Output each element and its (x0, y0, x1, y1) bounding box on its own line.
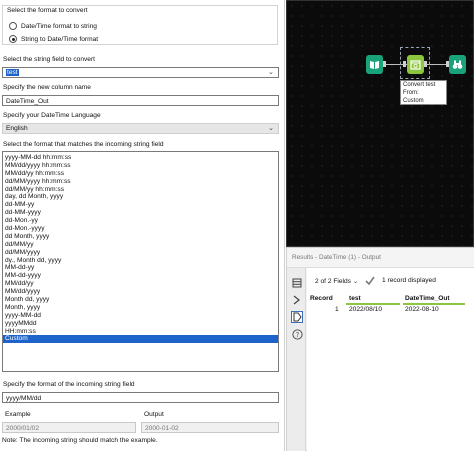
language-label: Specify your DateTime Language (3, 112, 101, 119)
configuration-panel: Select the format to convert Date/Time f… (0, 0, 285, 451)
format-list-item[interactable]: dd-Mon.-yy (3, 217, 278, 225)
record-count: 1 record displayed (382, 277, 436, 284)
cell-test: 2022/08/10 (349, 306, 383, 313)
string-field-value: test (6, 69, 19, 76)
metadata-icon[interactable] (291, 294, 303, 306)
new-column-label: Specify the new column name (3, 84, 91, 91)
canvas-grid (287, 1, 473, 246)
input-anchor[interactable] (403, 61, 406, 67)
custom-format-label: Specify the format of the incoming strin… (3, 381, 135, 388)
chevron-down-icon: ⌄ (352, 278, 359, 285)
radio-datetime-to-string[interactable]: Date/Time format to string (9, 22, 97, 30)
example-label: Example (5, 411, 31, 418)
format-list-item[interactable]: MM/dd/yy hh:mm:ss (3, 170, 278, 178)
format-list-item[interactable]: Month dd, yyyy (3, 296, 278, 304)
format-list-item[interactable]: yyyy-MM-dd hh:mm:ss (3, 154, 278, 162)
format-list-item[interactable]: MM/dd/yyyy (3, 288, 278, 296)
cell-datetime-out: 2022-08-10 (405, 306, 439, 313)
annotation-line: Custom (403, 98, 424, 104)
tool-annotation: Convert test From: Custom (400, 80, 447, 105)
format-list-label: Select the format that matches the incom… (3, 141, 164, 148)
fields-selector[interactable]: 2 of 2 Fields ⌄ (315, 277, 358, 285)
annotation-line: From: (403, 90, 419, 96)
format-list-item[interactable]: Custom (3, 335, 278, 344)
input-data-tool[interactable] (366, 55, 383, 74)
radio-label: String to Date/Time format (21, 35, 99, 43)
format-list-item[interactable]: dd Month, yyyy (3, 233, 278, 241)
results-grid-area: 2 of 2 Fields ⌄ 1 record displayed Recor… (307, 268, 474, 451)
format-list-item[interactable]: MM/dd/yy (3, 280, 278, 288)
radio-button[interactable] (9, 22, 17, 30)
book-icon (370, 61, 379, 69)
language-value: English (6, 125, 28, 132)
format-list-item[interactable]: dd-MM-yyyy (3, 209, 278, 217)
results-sidebar: ? (287, 268, 306, 451)
string-field-label: Select the string field to convert (3, 56, 95, 63)
column-header-test[interactable]: test (349, 295, 361, 302)
column-header-datetime-out[interactable]: DateTime_Out (405, 295, 450, 302)
column-header-record[interactable]: Record (310, 295, 333, 302)
browse-tool[interactable] (449, 55, 466, 74)
table-view-icon[interactable] (291, 277, 303, 289)
output-value: 2000-01-02 (141, 422, 279, 433)
datetime-tool[interactable] (407, 55, 424, 74)
format-list-item[interactable]: dd/MM/yyyy (3, 249, 278, 257)
cell-record: 1 (335, 306, 339, 313)
note-text: Note: The incoming string should match t… (2, 437, 158, 444)
format-listbox[interactable]: yyyy-MM-dd hh:mm:ss MM/dd/yyyy hh:mm:ss MM… (2, 151, 279, 372)
format-list-item[interactable]: dd/MM/yy hh:mm:ss (3, 186, 278, 194)
format-list-item[interactable]: dd-MM-yy (3, 201, 278, 209)
format-list-item[interactable]: MM-dd-yy (3, 264, 278, 272)
radio-button-checked[interactable] (9, 35, 17, 43)
convert-format-group: Select the format to convert Date/Time f… (2, 5, 278, 45)
calendar-clock-icon (410, 60, 421, 70)
svg-text:?: ? (295, 331, 299, 339)
format-list-item[interactable]: MM/dd/yyyy hh:mm:ss (3, 162, 278, 170)
custom-format-input[interactable]: yyyy/MM/dd (2, 392, 279, 403)
output-anchor[interactable] (424, 61, 427, 67)
binoculars-icon (452, 60, 463, 69)
chevron-down-icon: ⌄ (268, 124, 274, 132)
radio-string-to-datetime[interactable]: String to Date/Time format (9, 35, 98, 43)
convert-format-legend: Select the format to convert (7, 7, 88, 14)
radio-label: Date/Time format to string (21, 22, 97, 30)
format-list-item[interactable]: dd/MM/yy (3, 241, 278, 249)
format-list-item[interactable]: yyyy-MM-dd (3, 312, 278, 320)
string-field-dropdown[interactable]: test ⌄ (2, 67, 279, 78)
format-list-item[interactable]: dd-Mon.-yyyy (3, 225, 278, 233)
format-list-item[interactable]: dd/MM/yyyy hh:mm:ss (3, 178, 278, 186)
example-value: 2000/01/02 (2, 422, 136, 433)
workflow-canvas[interactable]: Convert test From: Custom (286, 0, 474, 247)
format-list-item[interactable]: MM-dd-yyyy (3, 272, 278, 280)
format-list-item[interactable]: yyyyMMdd (3, 320, 278, 328)
table-row[interactable]: 1 2022/08/10 2022-08-10 (307, 305, 474, 315)
results-title: Results - DateTime (1) - Output (287, 248, 474, 268)
results-window: Results - DateTime (1) - Output ? 2 of 2… (286, 247, 474, 451)
format-list-item[interactable]: day, dd Month, yyyy (3, 193, 278, 201)
output-anchor[interactable] (383, 61, 386, 67)
data-icon[interactable] (291, 311, 303, 323)
output-label: Output (144, 411, 164, 418)
chevron-down-icon: ⌄ (268, 68, 274, 76)
annotation-line: Convert test (403, 82, 436, 88)
new-column-input[interactable]: DateTime_Out (2, 95, 279, 106)
checkmark-icon (365, 276, 375, 287)
fields-label: 2 of 2 Fields (315, 278, 351, 285)
format-list-item[interactable]: Month, yyyy (3, 304, 278, 312)
format-list-item[interactable]: dy., Month dd, yyyy (3, 257, 278, 265)
help-icon[interactable]: ? (291, 328, 303, 340)
language-dropdown[interactable]: English ⌄ (2, 123, 279, 134)
format-list-item[interactable]: HH:mm:ss (3, 328, 278, 336)
